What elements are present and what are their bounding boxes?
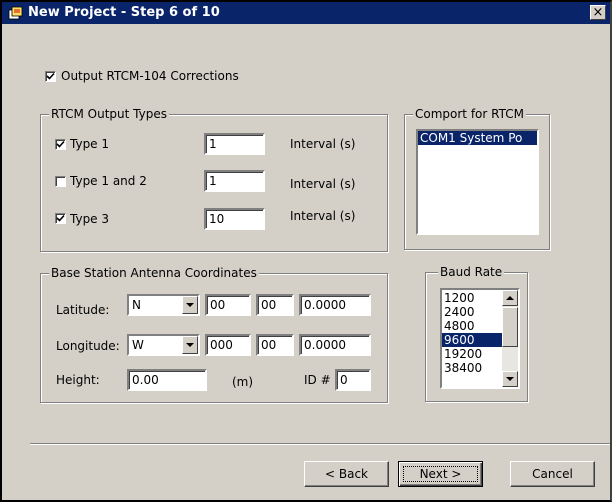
latitude-deg-input[interactable]: 00 [205, 294, 251, 316]
chevron-down-icon[interactable] [182, 336, 198, 354]
longitude-label: Longitude: [56, 339, 120, 353]
type3-interval-unit: Interval (s) [290, 209, 356, 223]
antenna-coordinates-legend: Base Station Antenna Coordinates [49, 266, 259, 280]
window-title: New Project - Step 6 of 10 [28, 5, 220, 20]
scroll-down-icon[interactable] [502, 371, 518, 387]
latitude-hemisphere-select[interactable]: N [127, 294, 200, 316]
id-label: ID # [304, 373, 331, 387]
type1-label[interactable]: Type 1 [70, 137, 109, 151]
type3-checkbox[interactable] [55, 213, 66, 224]
comport-legend: Comport for RTCM [413, 107, 526, 121]
comport-item[interactable]: COM1 System Po [418, 131, 537, 145]
comport-list[interactable]: COM1 System Po [416, 129, 539, 235]
type1-interval-unit: Interval (s) [290, 137, 356, 151]
latitude-hemisphere-value: N [132, 298, 141, 312]
wizard-window: New Project - Step 6 of 10 × Output RTCM… [0, 0, 612, 502]
checkmark-icon [56, 214, 65, 222]
height-label: Height: [56, 373, 100, 387]
type1and2-label[interactable]: Type 1 and 2 [70, 174, 147, 188]
longitude-hemisphere-value: W [132, 338, 144, 352]
longitude-hemisphere-select[interactable]: W [127, 334, 200, 356]
baud-scrollbar[interactable] [502, 290, 518, 387]
longitude-deg-input[interactable]: 000 [205, 334, 251, 356]
title-bar[interactable]: New Project - Step 6 of 10 × [2, 2, 610, 24]
type1-interval-input[interactable]: 1 [204, 133, 265, 155]
output-rtcm-label[interactable]: Output RTCM-104 Corrections [61, 69, 239, 83]
type1and2-checkbox[interactable] [55, 176, 66, 187]
longitude-min-input[interactable]: 00 [256, 334, 294, 356]
checkmark-icon [56, 140, 65, 148]
height-unit: (m) [232, 375, 254, 389]
next-button[interactable]: Next > [398, 461, 483, 487]
close-icon[interactable]: × [590, 5, 606, 20]
height-input[interactable]: 0.00 [127, 369, 207, 391]
type3-interval-input[interactable]: 10 [204, 208, 265, 230]
id-input[interactable]: 0 [335, 369, 371, 391]
type1and2-interval-input[interactable]: 1 [204, 170, 265, 192]
scroll-thumb[interactable] [502, 307, 518, 347]
checkmark-icon [46, 72, 55, 80]
button-separator [30, 443, 610, 445]
scroll-up-icon[interactable] [502, 290, 518, 306]
chevron-down-icon[interactable] [182, 296, 198, 314]
focus-ring [403, 466, 478, 482]
baud-rate-list[interactable]: 1200 2400 4800 9600 19200 38400 [440, 288, 520, 389]
baud-rate-legend: Baud Rate [438, 265, 505, 279]
output-rtcm-checkbox[interactable] [45, 71, 56, 82]
type1-checkbox[interactable] [55, 139, 66, 150]
latitude-sec-input[interactable]: 0.0000 [299, 294, 371, 316]
back-button[interactable]: < Back [304, 461, 389, 487]
rtcm-output-types-legend: RTCM Output Types [49, 107, 169, 121]
latitude-label: Latitude: [56, 303, 110, 317]
type1and2-interval-unit: Interval (s) [290, 177, 356, 191]
type3-label[interactable]: Type 3 [70, 212, 109, 226]
cancel-button[interactable]: Cancel [510, 461, 595, 487]
longitude-sec-input[interactable]: 0.0000 [299, 334, 371, 356]
project-wizard-icon [8, 5, 24, 21]
latitude-min-input[interactable]: 00 [256, 294, 294, 316]
